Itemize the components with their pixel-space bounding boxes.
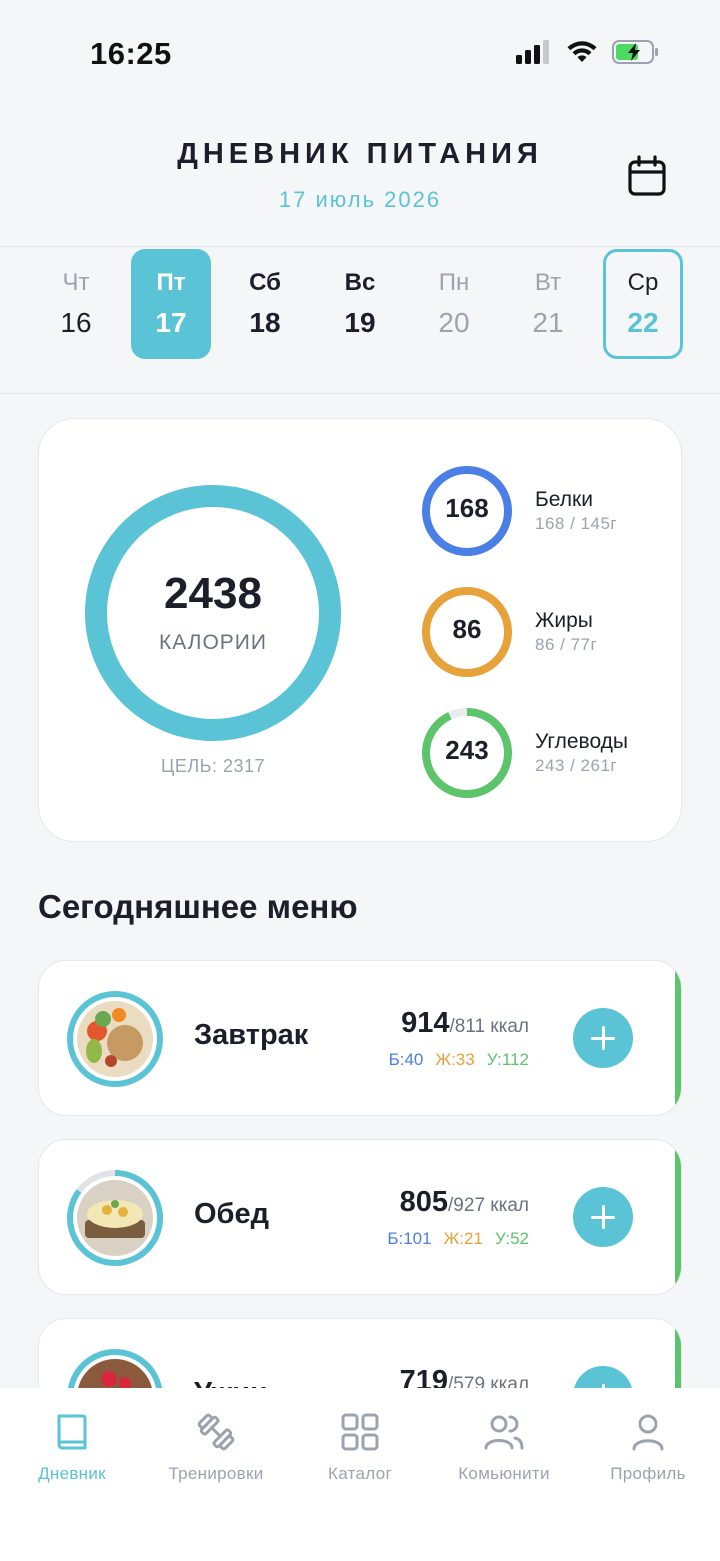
calories-goal: ЦЕЛЬ: 2317 [161,756,265,776]
bottom-tab-bar: Дневник Тренировки Каталог Комьюнити Про… [0,1388,720,1561]
day-thu[interactable]: Чт 16 [36,249,116,359]
day-name: Вс [344,269,376,296]
day-mon[interactable]: Пн 20 [414,249,494,359]
page-title: ДНЕВНИК ПИТАНИЯ [177,138,543,170]
protein-detail: 168 / 145г [535,514,618,533]
calendar-icon [628,155,666,196]
macro-fat: 86 Жиры 86 / 77г [419,584,679,680]
day-name: Пт [156,269,186,296]
tab-community[interactable]: Комьюнити [432,1410,576,1484]
meal-protein: Б:101 [387,1229,432,1248]
meal-carbs: У:52 [494,1229,529,1248]
fat-label: Жиры [535,609,593,632]
carbs-label: Углеводы [535,730,629,753]
day-number: 17 [155,307,187,338]
day-number: 18 [249,307,281,338]
meal-kcal-value: 914 [401,1007,450,1039]
meal-name: Завтрак [194,1019,309,1051]
day-name: Чт [62,269,90,296]
meal-calories: 914/811 ккал [401,1007,529,1040]
calories-label: КАЛОРИИ [158,631,267,654]
add-breakfast-button[interactable] [573,1008,633,1068]
status-time: 16:25 [90,36,172,71]
page-header: ДНЕВНИК ПИТАНИЯ 17 июль 2026 [0,100,720,246]
meal-status-accent [675,961,681,1115]
section-title-menu: Сегодняшнее меню [38,888,358,925]
calories-value: 2438 [164,569,262,618]
day-number: 21 [532,307,564,338]
tab-label: Каталог [328,1464,392,1483]
meal-kcal-target: /811 ккал [449,1016,529,1037]
user-icon [632,1414,664,1451]
day-sun[interactable]: Вс 19 [320,249,400,359]
status-bar: 16:25 [0,0,720,100]
meal-kcal-value: 805 [399,1186,449,1218]
meal-protein: Б:40 [388,1050,424,1069]
carbs-detail: 243 / 261г [535,756,618,775]
cellular-signal-icon [516,40,549,64]
meal-macros: Б:40 Ж:33 У:112 [389,1050,529,1070]
macro-protein: 168 Белки 168 / 145г [419,463,679,559]
tab-catalog[interactable]: Каталог [288,1410,432,1484]
dumbbell-icon [197,1413,235,1451]
day-name: Вт [534,269,562,296]
meal-calories: 805/927 ккал [400,1186,529,1219]
macro-carbs: 243 Углеводы 243 / 261г [419,705,679,801]
battery-charging-icon [612,40,658,64]
tab-label: Тренировки [168,1464,264,1483]
protein-label: Белки [535,488,593,511]
tab-profile[interactable]: Профиль [576,1410,720,1484]
day-number: 20 [438,307,470,338]
meal-fat: Ж:33 [435,1050,475,1069]
meal-name: Обед [194,1198,270,1230]
users-icon [484,1415,524,1450]
calendar-button[interactable] [622,152,672,202]
status-icons [516,40,660,64]
tab-label: Дневник [38,1464,106,1483]
nutrition-summary-card: 2438 КАЛОРИИ ЦЕЛЬ: 2317 168 Белки 168 / … [38,418,682,842]
tab-diary[interactable]: Дневник [0,1410,144,1484]
tab-label: Профиль [610,1464,686,1483]
week-strip: Чт 16 Пт 17 Сб 18 Вс 19 Пн 20 Вт 21 Ср 2… [0,246,720,394]
meal-status-accent [675,1140,681,1294]
protein-value: 168 [445,493,489,523]
day-number: 19 [344,307,376,338]
tab-workouts[interactable]: Тренировки [144,1410,288,1484]
meal-card-lunch[interactable]: Обед 805/927 ккал Б:101 Ж:21 У:52 [38,1139,682,1295]
add-lunch-button[interactable] [573,1187,633,1247]
meal-carbs: У:112 [486,1050,529,1069]
day-number: 22 [627,307,659,338]
meal-macros: Б:101 Ж:21 У:52 [387,1229,529,1249]
day-fri[interactable]: Пт 17 [131,249,211,359]
grid-icon [341,1413,379,1451]
day-sat[interactable]: Сб 18 [225,249,305,359]
fat-value: 86 [452,614,482,644]
meal-card-breakfast[interactable]: Завтрак 914/811 ккал Б:40 Ж:33 У:112 [38,960,682,1116]
book-icon [57,1414,87,1450]
meal-fat: Ж:21 [443,1229,483,1248]
fat-detail: 86 / 77г [535,635,598,654]
meal-kcal-target: /927 ккал [448,1195,529,1216]
lunch-photo [67,1170,163,1266]
breakfast-photo [67,991,163,1087]
selected-date[interactable]: 17 июль 2026 [0,187,720,213]
day-number: 16 [60,307,92,338]
day-name: Ср [627,269,659,296]
day-tue[interactable]: Вт 21 [508,249,588,359]
carbs-value: 243 [445,735,489,765]
day-name: Пн [438,269,470,296]
day-wed[interactable]: Ср 22 [603,249,683,359]
tab-label: Комьюнити [458,1464,550,1483]
day-name: Сб [249,269,281,296]
wifi-icon [567,41,597,62]
